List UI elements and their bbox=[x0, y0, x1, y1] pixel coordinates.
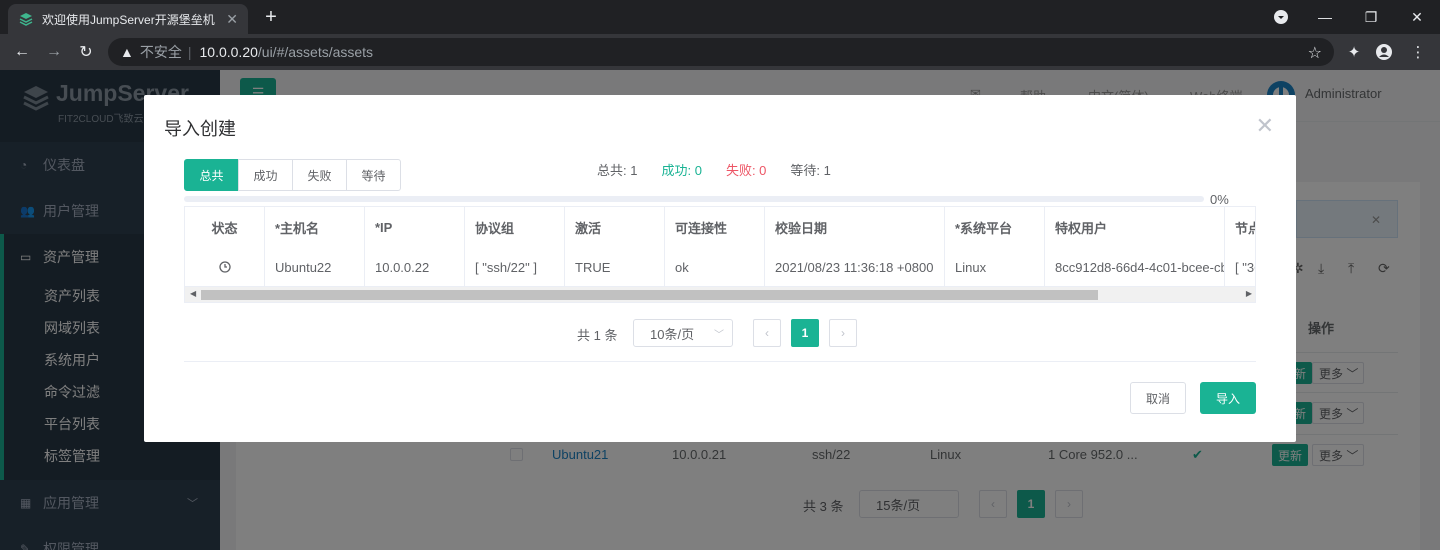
next-page-button[interactable]: › bbox=[829, 319, 857, 347]
new-tab-icon[interactable]: + bbox=[258, 4, 284, 30]
dialog-title: 导入创建 bbox=[164, 119, 236, 139]
browser-toolbar: ← → ↻ ▲ 不安全 | 10.0.0.20 /ui/#/assets/ass… bbox=[0, 34, 1440, 70]
warning-icon: ▲ bbox=[120, 44, 134, 60]
cell-date: 2021/08/23 11:36:18 +0800 bbox=[765, 247, 945, 287]
cell-platform: Linux bbox=[945, 247, 1045, 287]
count-failed: 失败: 0 bbox=[725, 163, 767, 178]
tab-success[interactable]: 成功 bbox=[238, 159, 293, 191]
import-progress-bar bbox=[184, 196, 1204, 202]
column-header-protocols: 协议组 bbox=[465, 207, 565, 247]
dialog-close-icon[interactable]: ✕ bbox=[1256, 113, 1274, 139]
profile-menu-icon[interactable] bbox=[1258, 0, 1304, 34]
count-success: 成功: 0 bbox=[661, 163, 702, 178]
address-separator: | bbox=[187, 44, 192, 60]
account-icon[interactable] bbox=[1372, 40, 1396, 64]
import-button[interactable]: 导入 bbox=[1200, 382, 1256, 414]
progress-percent: 0% bbox=[1210, 192, 1229, 207]
forward-icon[interactable]: → bbox=[42, 40, 66, 64]
prev-page-button[interactable]: ‹ bbox=[753, 319, 781, 347]
count-pending: 等待: 1 bbox=[790, 163, 831, 178]
page-number-button[interactable]: 1 bbox=[791, 319, 819, 347]
import-preview-table: 状态 *主机名 *IP 协议组 激活 可连接性 校验日期 *系统平台 特权用户 … bbox=[184, 206, 1256, 303]
browser-tab[interactable]: 欢迎使用JumpServer开源堡垒机 ✕ bbox=[8, 4, 248, 34]
column-header-platform: *系统平台 bbox=[945, 207, 1045, 247]
pagination-total: 共 1 条 bbox=[577, 328, 618, 343]
cancel-button[interactable]: 取消 bbox=[1130, 382, 1186, 414]
column-header-status: 状态 bbox=[185, 207, 265, 247]
cell-hostname: Ubuntu22 bbox=[265, 247, 365, 287]
dialog-divider bbox=[184, 361, 1256, 362]
scrollbar-thumb[interactable] bbox=[201, 290, 1098, 300]
cell-connectivity: ok bbox=[665, 247, 765, 287]
column-header-hostname: *主机名 bbox=[265, 207, 365, 247]
cell-protocols: [ "ssh/22" ] bbox=[465, 247, 565, 287]
scroll-left-icon[interactable]: ◀ bbox=[190, 289, 196, 298]
column-header-connectivity: 可连接性 bbox=[665, 207, 765, 247]
kebab-menu-icon[interactable]: ⋮ bbox=[1406, 40, 1430, 64]
count-total: 总共: 1 bbox=[597, 163, 638, 178]
url-path: /ui/#/assets/assets bbox=[257, 44, 374, 60]
url-host: 10.0.0.20 bbox=[199, 44, 258, 60]
column-header-date: 校验日期 bbox=[765, 207, 945, 247]
cell-nodes: [ "36 bbox=[1225, 247, 1255, 287]
jumpserver-favicon-icon bbox=[18, 11, 34, 27]
restore-icon[interactable]: ❐ bbox=[1348, 0, 1394, 34]
cell-active: TRUE bbox=[565, 247, 665, 287]
scroll-right-icon[interactable]: ▶ bbox=[1246, 289, 1252, 298]
import-create-dialog: 导入创建 ✕ 总共 成功 失败 等待 总共: 1 成功: 0 失败: 0 等待:… bbox=[144, 95, 1296, 442]
back-icon[interactable]: ← bbox=[10, 40, 34, 64]
address-bar[interactable]: ▲ 不安全 | 10.0.0.20 /ui/#/assets/assets ☆ bbox=[108, 38, 1334, 66]
dialog-pagination: 共 1 条 10条/页 ﹀ ‹ 1 › bbox=[144, 319, 1296, 347]
page-size-value: 10条/页 bbox=[650, 326, 695, 342]
bookmark-star-icon[interactable]: ☆ bbox=[1308, 43, 1322, 63]
extensions-icon[interactable]: ✦ bbox=[1342, 40, 1366, 64]
column-header-admin-user: 特权用户 bbox=[1045, 207, 1225, 247]
cell-admin-user: 8cc912d8-66d4-4c01-bcee-cb bbox=[1045, 247, 1225, 287]
status-filter-tabs: 总共 成功 失败 等待 bbox=[184, 159, 401, 191]
column-header-ip: *IP bbox=[365, 207, 465, 247]
chevron-down-icon: ﹀ bbox=[714, 329, 724, 341]
cell-ip: 10.0.0.22 bbox=[365, 247, 465, 287]
tab-pending[interactable]: 等待 bbox=[346, 159, 401, 191]
horizontal-scrollbar[interactable]: ◀ ▶ bbox=[185, 286, 1255, 302]
table-row: Ubuntu22 10.0.0.22 [ "ssh/22" ] TRUE ok … bbox=[185, 247, 1255, 287]
window-close-icon[interactable]: ✕ bbox=[1394, 0, 1440, 34]
pending-clock-icon bbox=[185, 247, 265, 287]
page-size-select[interactable]: 10条/页 ﹀ bbox=[633, 319, 733, 347]
browser-tab-title: 欢迎使用JumpServer开源堡垒机 bbox=[42, 12, 215, 27]
column-header-active: 激活 bbox=[565, 207, 665, 247]
browser-tabbar: 欢迎使用JumpServer开源堡垒机 ✕ + — ❐ ✕ bbox=[0, 0, 1440, 34]
tab-close-icon[interactable]: ✕ bbox=[226, 11, 238, 28]
table-header-row: 状态 *主机名 *IP 协议组 激活 可连接性 校验日期 *系统平台 特权用户 … bbox=[185, 207, 1255, 247]
insecure-label: 不安全 bbox=[139, 44, 182, 60]
minimize-icon[interactable]: — bbox=[1302, 0, 1348, 34]
column-header-nodes: 节点 bbox=[1225, 207, 1255, 247]
tab-failed[interactable]: 失败 bbox=[292, 159, 347, 191]
import-counts: 总共: 1 成功: 0 失败: 0 等待: 1 bbox=[597, 160, 831, 179]
tab-total[interactable]: 总共 bbox=[184, 159, 239, 191]
reload-icon[interactable]: ↻ bbox=[74, 40, 98, 64]
